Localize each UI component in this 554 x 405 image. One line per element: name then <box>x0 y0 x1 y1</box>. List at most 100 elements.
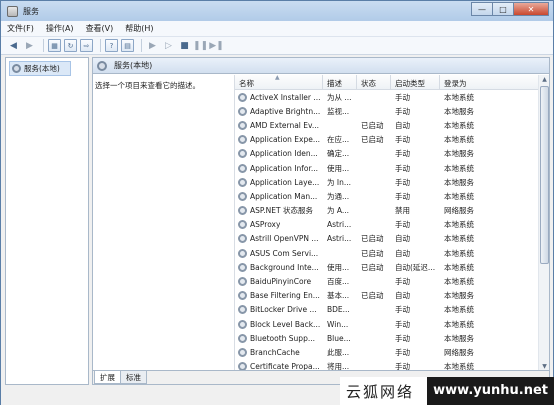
service-startup-cell: 手动 <box>395 333 410 343</box>
forward-arrow-icon[interactable]: ▶ <box>23 39 36 52</box>
service-login-cell: 本地系统 <box>444 234 474 244</box>
table-row[interactable]: Application Infor... 使用... 手动 本地系统 <box>235 161 549 175</box>
refresh-icon[interactable]: ↻ <box>64 39 77 52</box>
console-tree: 服务(本地) <box>5 57 89 385</box>
service-description-cell: 为 A... <box>327 206 350 216</box>
title-bar[interactable]: 服务 — □ ✕ <box>1 1 553 21</box>
service-description-cell: 基本... <box>327 291 350 301</box>
service-description-cell: 此服... <box>327 347 350 357</box>
service-login-cell: 本地系统 <box>444 277 474 287</box>
menu-action[interactable]: 操作(A) <box>40 23 80 34</box>
table-row[interactable]: ASUS Com Servi... 已启动 自动 本地系统 <box>235 246 549 260</box>
service-gear-icon <box>238 149 247 159</box>
service-startup-cell: 手动 <box>395 149 410 159</box>
service-description-cell: 使用... <box>327 163 350 173</box>
service-gear-icon <box>238 291 247 301</box>
minimize-button[interactable]: — <box>471 2 493 16</box>
service-name-cell: Application Laye... <box>235 177 323 187</box>
menu-view[interactable]: 查看(V) <box>80 23 120 34</box>
service-name-cell: ASUS Com Servi... <box>235 248 323 258</box>
start-service-alt-icon[interactable]: ▷ <box>162 39 175 52</box>
table-row[interactable]: Base Filtering En... 基本... 已启动 自动 本地服务 <box>235 289 549 303</box>
service-gear-icon <box>238 92 247 102</box>
maximize-button[interactable]: □ <box>492 2 514 16</box>
service-login-cell: 本地服务 <box>444 333 474 343</box>
help-icon[interactable]: ? <box>105 39 118 52</box>
table-row[interactable]: Application Laye... 为 In... 手动 本地服务 <box>235 175 549 189</box>
gear-icon <box>12 64 21 73</box>
service-startup-cell: 自动(延迟... <box>395 262 436 272</box>
services-pane: 服务(本地) 选择一个项目来查看它的描述。 名称 ▲ 描述 状态 启动类型 登录… <box>92 57 550 385</box>
vertical-scrollbar[interactable]: ▲ ▼ <box>538 75 549 372</box>
service-description-cell: BDE... <box>327 305 350 315</box>
service-description-cell: 为从 ... <box>327 92 352 102</box>
menu-help[interactable]: 帮助(H) <box>119 23 159 34</box>
table-row[interactable]: Application Iden... 确定... 手动 本地服务 <box>235 147 549 161</box>
pause-service-icon[interactable]: ❚❚ <box>193 39 208 52</box>
table-row[interactable]: BaiduPinyinCore 百度... 手动 本地系统 <box>235 274 549 288</box>
table-row[interactable]: Application Expe... 在应... 已启动 手动 本地系统 <box>235 133 549 147</box>
service-gear-icon <box>238 135 247 145</box>
pane-title: 服务(本地) <box>114 61 153 70</box>
column-header-log-on-as[interactable]: 登录为 <box>440 75 540 89</box>
service-login-cell: 本地系统 <box>444 319 474 329</box>
scroll-thumb[interactable] <box>540 86 549 264</box>
service-login-cell: 网络服务 <box>444 206 474 216</box>
tab-standard[interactable]: 标准 <box>120 371 147 384</box>
service-startup-cell: 手动 <box>395 177 410 187</box>
table-row[interactable]: Application Man... 为通... 手动 本地系统 <box>235 189 549 203</box>
service-name-cell: Bluetooth Supp... <box>235 333 323 343</box>
service-name-cell: Application Man... <box>235 191 323 201</box>
table-row[interactable]: AMD External Ev... 已启动 自动 本地系统 <box>235 118 549 132</box>
service-login-cell: 网络服务 <box>444 347 474 357</box>
start-service-icon[interactable]: ▶ <box>146 39 159 52</box>
menu-file[interactable]: 文件(F) <box>1 23 40 34</box>
table-row[interactable]: ASProxy Astri... 手动 本地系统 <box>235 218 549 232</box>
service-gear-icon <box>238 234 247 244</box>
back-arrow-icon[interactable]: ◀ <box>7 39 20 52</box>
description-panel: 选择一个项目来查看它的描述。 <box>95 81 200 90</box>
service-login-cell: 本地服务 <box>444 177 474 187</box>
tree-item-services-local[interactable]: 服务(本地) <box>9 61 71 76</box>
column-header-startup-type[interactable]: 启动类型 <box>391 75 440 89</box>
service-gear-icon <box>238 248 247 258</box>
table-row[interactable]: Adaptive Brightn... 监视... 手动 本地服务 <box>235 104 549 118</box>
column-header-status[interactable]: 状态 <box>357 75 391 89</box>
service-login-cell: 本地服务 <box>444 106 474 116</box>
stop-service-icon[interactable]: ■ <box>178 39 191 52</box>
table-row[interactable]: Astrill OpenVPN ... Astri... 已启动 自动 本地系统 <box>235 232 549 246</box>
service-startup-cell: 禁用 <box>395 206 410 216</box>
watermark-url: www.yunhu.net <box>427 377 554 405</box>
service-gear-icon <box>238 333 247 343</box>
scroll-up-icon[interactable]: ▲ <box>539 75 549 85</box>
table-row[interactable]: BitLocker Drive ... BDE... 手动 本地系统 <box>235 303 549 317</box>
properties-icon[interactable]: ▤ <box>121 39 134 52</box>
pane-header: 服务(本地) <box>93 58 549 74</box>
service-login-cell: 本地服务 <box>444 149 474 159</box>
export-list-icon[interactable]: ⇨ <box>80 39 93 52</box>
service-login-cell: 本地服务 <box>444 291 474 301</box>
service-description-cell: Win... <box>327 319 349 329</box>
service-name-cell: BranchCache <box>235 347 323 357</box>
service-gear-icon <box>238 347 247 357</box>
watermark: 云狐网络 www.yunhu.net <box>340 377 554 405</box>
service-status-cell: 已启动 <box>361 291 384 301</box>
show-hide-tree-icon[interactable]: ▦ <box>48 39 61 52</box>
table-row[interactable]: ActiveX Installer ... 为从 ... 手动 本地系统 <box>235 90 549 104</box>
close-button[interactable]: ✕ <box>513 2 549 16</box>
service-name-cell: Astrill OpenVPN ... <box>235 234 323 244</box>
tab-extended[interactable]: 扩展 <box>94 371 121 384</box>
table-row[interactable]: Bluetooth Supp... Blue... 手动 本地服务 <box>235 331 549 345</box>
column-header-description[interactable]: 描述 <box>323 75 357 89</box>
service-gear-icon <box>238 206 247 216</box>
restart-service-icon[interactable]: ▶❚ <box>209 39 223 52</box>
service-login-cell: 本地系统 <box>444 135 474 145</box>
table-row[interactable]: Background Inte... 使用... 已启动 自动(延迟... 本地系统 <box>235 260 549 274</box>
service-status-cell: 已启动 <box>361 120 384 130</box>
service-startup-cell: 自动 <box>395 248 410 258</box>
table-row[interactable]: BranchCache 此服... 手动 网络服务 <box>235 345 549 359</box>
toolbar: ◀ ▶ ▦ ↻ ⇨ ? ▤ ▶ ▷ ■ ❚❚ ▶❚ <box>1 37 553 55</box>
table-row[interactable]: ASP.NET 状态服务为 A... 禁用 网络服务 <box>235 204 549 218</box>
table-row[interactable]: Block Level Back... Win... 手动 本地系统 <box>235 317 549 331</box>
service-gear-icon <box>238 277 247 287</box>
